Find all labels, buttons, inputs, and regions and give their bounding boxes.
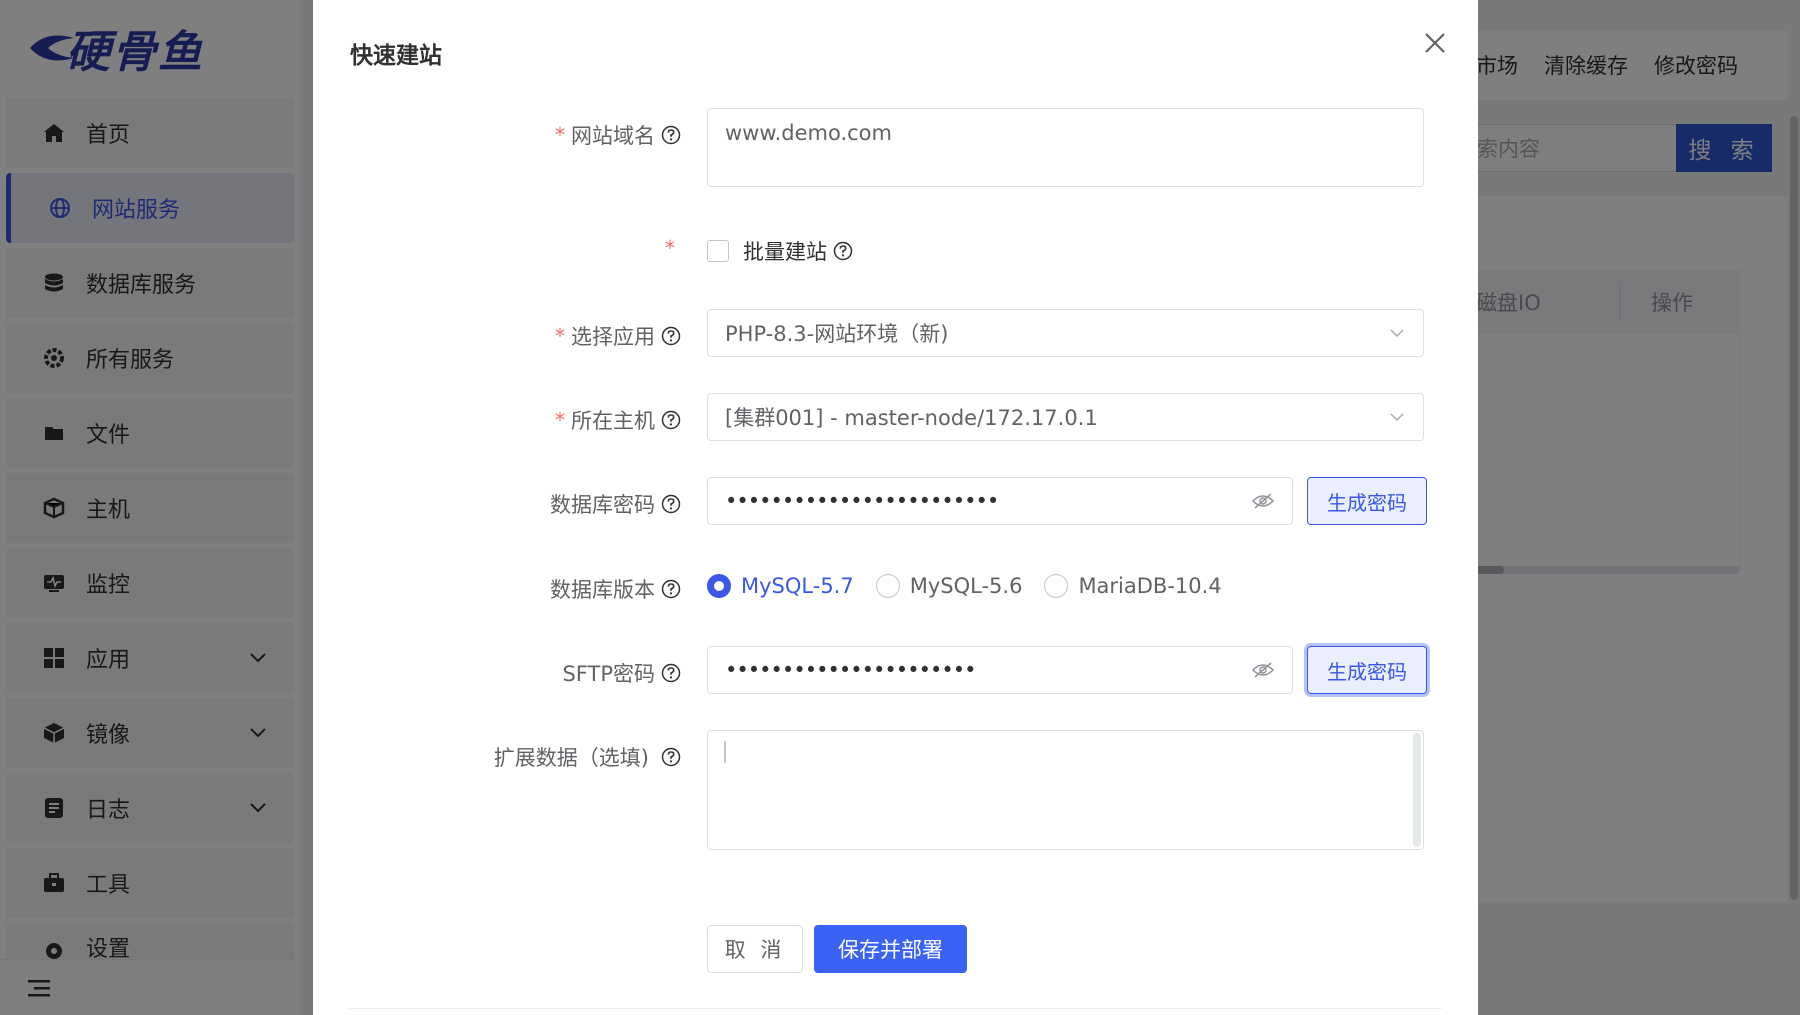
db-password-input[interactable]: •••••••••••••••••••••••• (707, 477, 1293, 525)
textarea-scrollbar[interactable] (1413, 733, 1421, 847)
radio-mysql-57[interactable]: MySQL-5.7 (707, 574, 854, 598)
form-row-ext-data: 扩展数据（选填) (313, 730, 1478, 850)
radio-mariadb-104[interactable]: MariaDB-10.4 (1044, 574, 1222, 598)
label-ext-data: 扩展数据（选填) (494, 742, 681, 772)
ext-data-textarea[interactable] (707, 730, 1424, 850)
eye-hidden-icon[interactable] (1251, 491, 1275, 511)
help-icon[interactable] (661, 579, 681, 599)
help-icon[interactable] (661, 663, 681, 683)
chevron-down-icon (1390, 329, 1404, 338)
label-batch-required: * (665, 236, 681, 260)
sftp-password-value: •••••••••••••••••••••• (725, 658, 977, 682)
app-select[interactable]: PHP-8.3-网站环境（新) (707, 309, 1424, 357)
db-password-group: •••••••••••••••••••••••• 生成密码 (707, 477, 1427, 525)
dialog-footer-divider (349, 1008, 1442, 1009)
generate-sftp-password-button[interactable]: 生成密码 (1307, 646, 1427, 694)
help-icon[interactable] (833, 241, 853, 261)
required-asterisk: * (555, 324, 565, 348)
required-asterisk: * (555, 123, 565, 147)
eye-hidden-icon[interactable] (1251, 660, 1275, 680)
host-select-value: [集群001] - master-node/172.17.0.1 (725, 406, 1098, 430)
radio-button[interactable] (875, 574, 900, 598)
batch-checkbox[interactable] (707, 240, 729, 262)
required-asterisk: * (555, 408, 565, 432)
close-icon[interactable] (1422, 30, 1448, 56)
text-caret (724, 741, 726, 763)
label-app: * 选择应用 (555, 321, 681, 351)
help-icon[interactable] (661, 410, 681, 430)
help-icon[interactable] (661, 494, 681, 514)
db-password-value: •••••••••••••••••••••••• (725, 489, 999, 513)
help-icon[interactable] (661, 747, 681, 767)
host-select[interactable]: [集群001] - master-node/172.17.0.1 (707, 393, 1424, 441)
help-icon[interactable] (661, 125, 681, 145)
label-db-version: 数据库版本 (550, 574, 681, 604)
save-and-deploy-button[interactable]: 保存并部署 (814, 925, 967, 973)
generate-db-password-button[interactable]: 生成密码 (1307, 477, 1427, 525)
sftp-password-input[interactable]: •••••••••••••••••••••• (707, 646, 1293, 694)
db-version-radio-group: MySQL-5.7 MySQL-5.6 MariaDB-10.4 (707, 562, 1244, 610)
chevron-down-icon (1390, 413, 1404, 422)
radio-button[interactable] (1044, 574, 1069, 598)
batch-checkbox-group: 批量建站 (707, 236, 853, 266)
sftp-password-group: •••••••••••••••••••••• 生成密码 (707, 646, 1427, 694)
label-db-password: 数据库密码 (550, 489, 681, 519)
dialog-title: 快速建站 (350, 43, 442, 69)
cancel-button[interactable]: 取 消 (707, 925, 803, 973)
app-select-value: PHP-8.3-网站环境（新) (725, 322, 949, 346)
form-row-domain: * 网站域名 www.demo.com (313, 108, 1478, 187)
label-domain: * 网站域名 (555, 120, 681, 150)
label-sftp-password: SFTP密码 (562, 658, 681, 688)
help-icon[interactable] (661, 326, 681, 346)
quick-site-dialog: 快速建站 * 网站域名 www.demo.com * 批量建站 * 选择应用 P… (313, 0, 1478, 1015)
radio-mysql-56[interactable]: MySQL-5.6 (875, 574, 1022, 598)
radio-button[interactable] (707, 574, 731, 598)
domain-textarea[interactable]: www.demo.com (707, 108, 1424, 187)
label-host: * 所在主机 (555, 405, 681, 435)
required-asterisk: * (665, 236, 675, 260)
batch-label[interactable]: 批量建站 (743, 236, 827, 266)
